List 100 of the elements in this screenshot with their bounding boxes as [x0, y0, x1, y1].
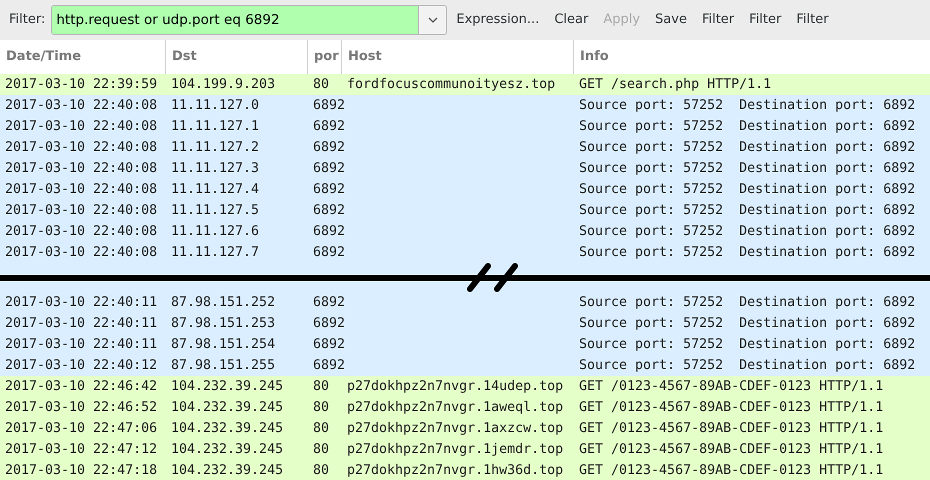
table-cell-text: p27dokhpz2n7nvgr.1jemdr.top	[347, 441, 564, 459]
table-cell-text: 104.232.39.245	[171, 441, 284, 459]
table-cell-text: 6892	[313, 139, 342, 157]
table-cell-text: 2017-03-10 22:40:08	[5, 181, 158, 199]
table-cell-text: 11.11.127.2	[171, 139, 260, 157]
packet-row[interactable]: 2017-03-10 22:40:12 87.98.151.255 6892 Source port: 57252 Destination port: 6892	[0, 355, 930, 376]
table-cell-text: Source port: 57252 Destination port: 6892	[579, 294, 916, 312]
table-cell-text: 2017-03-10 22:40:08	[5, 139, 158, 157]
table-cell-text: 11.11.127.1	[171, 118, 260, 136]
packet-row[interactable]: 2017-03-10 22:40:08 11.11.127.5 6892 Source port: 57252 Destination port: 6892	[0, 200, 930, 221]
packet-row[interactable]: 2017-03-10 22:40:08 11.11.127.4 6892 Source port: 57252 Destination port: 6892	[0, 179, 930, 200]
table-cell-text: 2017-03-10 22:40:12	[5, 357, 158, 375]
table-cell-text: Source port: 57252 Destination port: 6892	[579, 244, 916, 262]
table-cell-text: 6892	[313, 357, 342, 375]
packet-row[interactable]: 2017-03-10 22:47:06 104.232.39.245 80 p27dokhpz2n7nvgr.1axzcw.top GET /0123-4567-89AB-CDEF-0123 HTTP/1.1	[0, 418, 930, 439]
table-cell-text: 11.11.127.6	[171, 223, 260, 241]
table-cell-text: GET /0123-4567-89AB-CDEF-0123 HTTP/1.1	[579, 441, 884, 459]
table-cell-text: 104.232.39.245	[171, 462, 284, 480]
packet-row[interactable]: 2017-03-10 22:46:52 104.232.39.245 80 p27dokhpz2n7nvgr.1aweql.top GET /0123-4567-89AB-CDEF-0123 HTTP/1.1	[0, 397, 930, 418]
table-cell-text: Source port: 57252 Destination port: 6892	[579, 160, 916, 178]
table-cell-text: 80	[313, 420, 330, 438]
toolbar-button[interactable]: Clear	[548, 6, 594, 34]
packet-row[interactable]: 2017-03-10 22:47:18 104.232.39.245 80 p27dokhpz2n7nvgr.1hw36d.top GET /0123-4567-89AB-CDEF-0123 HTTP/1.1	[0, 460, 930, 480]
table-cell-text: 80	[313, 462, 330, 480]
table-cell-text: 2017-03-10 22:40:08	[5, 118, 158, 136]
table-cell-text: fordfocuscommunoityesz.top	[347, 76, 556, 94]
table-cell-text: 11.11.127.3	[171, 160, 260, 178]
dropdown-button[interactable]	[419, 5, 448, 35]
table-cell-text: p27dokhpz2n7nvgr.1aweql.top	[347, 399, 564, 417]
table-cell-text: 87.98.151.254	[171, 336, 276, 354]
table-cell-text: Source port: 57252 Destination port: 6892	[579, 97, 916, 115]
table-cell-text: 2017-03-10 22:46:52	[5, 399, 158, 417]
packet-row[interactable]: 2017-03-10 22:40:11 87.98.151.252 6892 Source port: 57252 Destination port: 6892	[0, 292, 930, 313]
table-cell-text: 11.11.127.7	[171, 244, 260, 262]
table-cell-text: 6892	[313, 294, 342, 312]
table-cell-text: 6892	[313, 181, 342, 199]
table-cell-text: 11.11.127.4	[171, 181, 260, 199]
caret-icon	[428, 17, 438, 23]
toolbar-button[interactable]: Filter	[743, 6, 788, 34]
table-cell-text: Source port: 57252 Destination port: 6892	[579, 223, 916, 241]
column-header[interactable]: Info	[574, 40, 930, 74]
table-cell-text: 2017-03-10 22:40:08	[5, 223, 158, 241]
table-cell-text: Source port: 57252 Destination port: 6892	[579, 202, 916, 220]
table-cell-text: 80	[313, 399, 330, 417]
table-cell-text: p27dokhpz2n7nvgr.14udep.top	[347, 378, 564, 396]
filter-label: Filter:	[9, 11, 46, 30]
table-cell-text: 2017-03-10 22:40:11	[5, 336, 158, 354]
table-cell-text: 2017-03-10 22:40:08	[5, 244, 158, 262]
packet-row[interactable]: 2017-03-10 22:40:08 11.11.127.7 6892 Source port: 57252 Destination port: 6892	[0, 242, 930, 263]
table-cell-text: 2017-03-10 22:40:11	[5, 294, 158, 312]
table-cell-text: 104.232.39.245	[171, 378, 284, 396]
table-cell-text: 80	[313, 378, 330, 396]
table-cell-text: Source port: 57252 Destination port: 6892	[579, 118, 916, 136]
packet-row[interactable]: 2017-03-10 22:40:08 11.11.127.6 6892 Source port: 57252 Destination port: 6892	[0, 221, 930, 242]
packet-row[interactable]: 2017-03-10 22:40:08 11.11.127.1 6892 Source port: 57252 Destination port: 6892	[0, 116, 930, 137]
table-cell-text: 104.232.39.245	[171, 399, 284, 417]
toolbar-button[interactable]: Filter	[790, 6, 835, 34]
table-cell-text: Source port: 57252 Destination port: 6892	[579, 315, 916, 333]
table-cell-text: 2017-03-10 22:47:18	[5, 462, 158, 480]
table-cell-text: 6892	[313, 202, 342, 220]
table-cell-text: 2017-03-10 22:40:11	[5, 315, 158, 333]
table-cell-text: Source port: 57252 Destination port: 6892	[579, 357, 916, 375]
filter-field[interactable]: http.request or udp.port eq 6892	[51, 5, 420, 35]
table-cell-text: 6892	[313, 223, 342, 241]
table-cell-text: 2017-03-10 22:39:59	[5, 76, 158, 94]
table-cell-text: GET /0123-4567-89AB-CDEF-0123 HTTP/1.1	[579, 420, 884, 438]
toolbar-button[interactable]: Expression...	[450, 6, 546, 34]
toolbar-button[interactable]: Save	[649, 6, 693, 34]
table-cell-text: p27dokhpz2n7nvgr.1hw36d.top	[347, 462, 564, 480]
table-cell-text: 87.98.151.252	[171, 294, 276, 312]
packet-row[interactable]: 2017-03-10 22:39:59 104.199.9.203 80 fordfocuscommunoityesz.top GET /search.php HTTP/1.1	[0, 74, 930, 95]
table-cell-text: 6892	[313, 97, 342, 115]
table-cell-text: 6892	[313, 336, 342, 354]
packet-row[interactable]: 2017-03-10 22:46:42 104.232.39.245 80 p27dokhpz2n7nvgr.14udep.top GET /0123-4567-89AB-CDEF-0123 HTTP/1.1	[0, 376, 930, 397]
table-cell-text: Source port: 57252 Destination port: 6892	[579, 139, 916, 157]
table-cell-text: 104.199.9.203	[171, 76, 276, 94]
table-cell-text: 80	[313, 441, 330, 459]
table-cell-text: 2017-03-10 22:40:08	[5, 97, 158, 115]
table-cell-text: 2017-03-10 22:40:08	[5, 202, 158, 220]
table-cell-text: 87.98.151.253	[171, 315, 276, 333]
table-cell-text: GET /0123-4567-89AB-CDEF-0123 HTTP/1.1	[579, 378, 884, 396]
packet-row[interactable]: 2017-03-10 22:40:08 11.11.127.2 6892 Source port: 57252 Destination port: 6892	[0, 137, 930, 158]
table-cell-text: 2017-03-10 22:46:42	[5, 378, 158, 396]
packet-row[interactable]: 2017-03-10 22:40:11 87.98.151.254 6892 Source port: 57252 Destination port: 6892	[0, 334, 930, 355]
table-cell-text: GET /search.php HTTP/1.1	[579, 76, 772, 94]
table-cell-text: 6892	[313, 118, 342, 136]
table-cell-text: 87.98.151.255	[171, 357, 276, 375]
table-cell-text: 6892	[313, 160, 342, 178]
toolbar-button[interactable]: Filter	[696, 6, 740, 34]
table-cell-text: 11.11.127.5	[171, 202, 260, 220]
packet-row[interactable]: 2017-03-10 22:47:12 104.232.39.245 80 p27dokhpz2n7nvgr.1jemdr.top GET /0123-4567-89AB-CDEF-0123 HTTP/1.1	[0, 439, 930, 460]
table-cell-text: 2017-03-10 22:47:12	[5, 441, 158, 459]
table-cell-text: GET /0123-4567-89AB-CDEF-0123 HTTP/1.1	[579, 399, 884, 417]
packet-row[interactable]: 2017-03-10 22:40:08 11.11.127.0 6892 Source port: 57252 Destination port: 6892	[0, 95, 930, 116]
packet-row[interactable]: 2017-03-10 22:40:08 11.11.127.3 6892 Source port: 57252 Destination port: 6892	[0, 158, 930, 179]
table-cell-text: 2017-03-10 22:47:06	[5, 420, 158, 438]
table-cell-text: Source port: 57252 Destination port: 6892	[579, 336, 916, 354]
packet-row[interactable]: 2017-03-10 22:40:11 87.98.151.253 6892 Source port: 57252 Destination port: 6892	[0, 313, 930, 334]
table-cell-text: 6892	[313, 315, 342, 333]
table-cell-text: p27dokhpz2n7nvgr.1axzcw.top	[347, 420, 564, 438]
